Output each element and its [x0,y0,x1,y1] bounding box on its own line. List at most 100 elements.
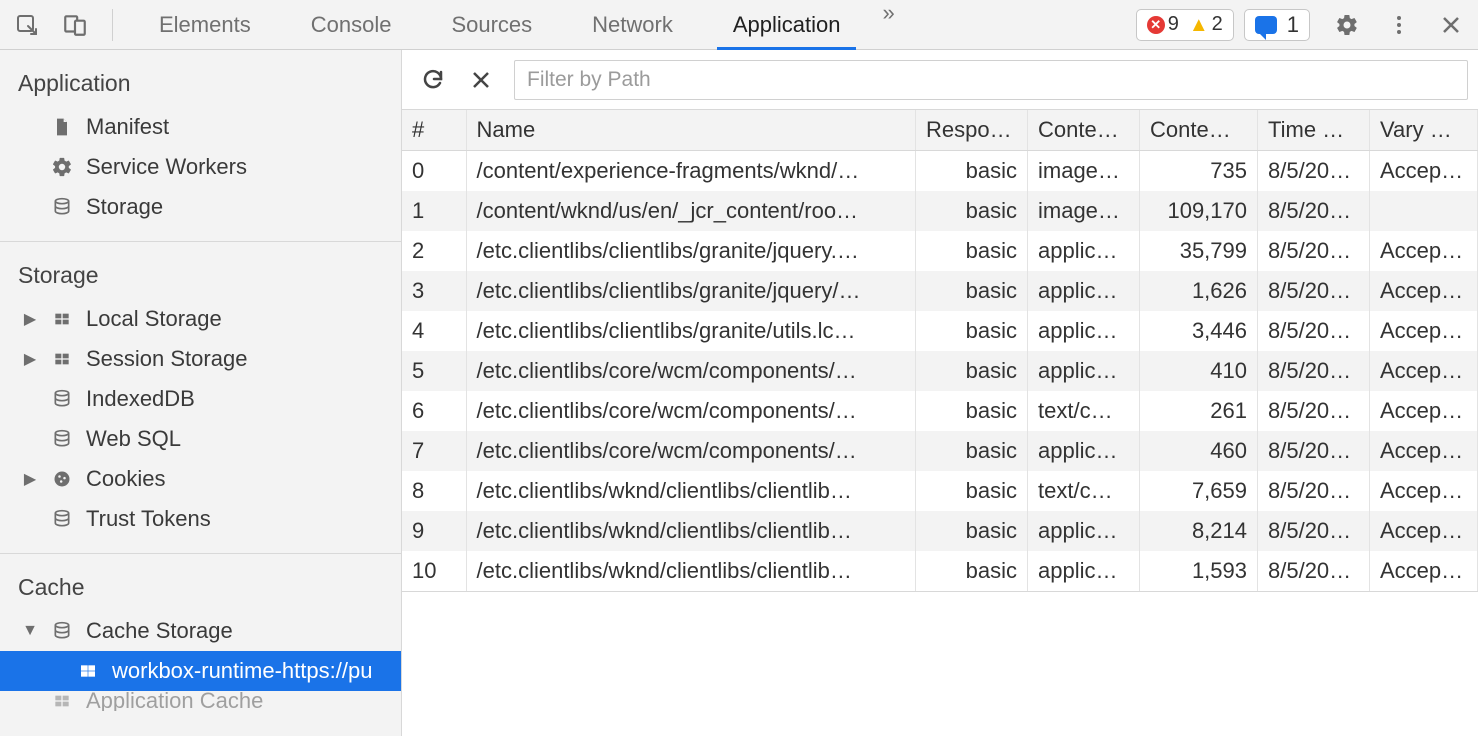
issues-count: 1 [1287,12,1299,38]
item-label: Service Workers [86,154,247,180]
issues-button[interactable]: 1 [1244,9,1310,41]
sidebar-item-storage[interactable]: Storage [0,187,401,227]
tab-elements[interactable]: Elements [129,0,281,49]
col-content-length[interactable]: Conte… [1140,110,1258,151]
table-row[interactable]: 10/etc.clientlibs/wknd/clientlibs/client… [402,551,1478,591]
cell-name: /content/wknd/us/en/_jcr_content/roo… [466,191,916,231]
cell-resp: basic [916,431,1028,471]
sidebar-section-application: Application Manifest Service Workers [0,50,401,242]
sidebar-item-session-storage[interactable]: ▶ Session Storage [0,339,401,379]
db-icon [50,427,74,451]
detail-pane [402,591,1478,709]
cell-vary: Accep… [1370,271,1478,311]
clear-icon[interactable] [466,65,496,95]
tab-sources[interactable]: Sources [421,0,562,49]
table-header-row: # Name Respo… Conte… Conte… Time … Vary … [402,110,1478,151]
cell-index: 9 [402,511,466,551]
filter-input[interactable] [514,60,1468,100]
cell-ctype: text/c… [1028,391,1140,431]
cell-clen: 1,626 [1140,271,1258,311]
cell-vary [1370,191,1478,231]
cell-vary: Accep… [1370,311,1478,351]
cell-name: /etc.clientlibs/wknd/clientlibs/clientli… [466,551,916,591]
cell-resp: basic [916,471,1028,511]
cell-resp: basic [916,191,1028,231]
device-toggle-icon[interactable] [60,10,90,40]
cell-name: /etc.clientlibs/clientlibs/granite/utils… [466,311,916,351]
table-row[interactable]: 0/content/experience-fragments/wknd/…bas… [402,151,1478,192]
cell-time: 8/5/20… [1258,511,1370,551]
item-label: Manifest [86,114,169,140]
more-tabs-icon[interactable]: » [870,0,906,49]
refresh-icon[interactable] [418,65,448,95]
collapse-arrow-icon[interactable]: ▼ [22,622,38,640]
cell-vary: Accep… [1370,391,1478,431]
close-icon[interactable] [1436,10,1466,40]
inspect-icon[interactable] [12,10,42,40]
col-vary[interactable]: Vary H… [1370,110,1478,151]
gear-icon [50,155,74,179]
table-row[interactable]: 2/etc.clientlibs/clientlibs/granite/jque… [402,231,1478,271]
expand-arrow-icon[interactable]: ▶ [22,349,38,369]
cell-vary: Accep… [1370,471,1478,511]
cell-index: 2 [402,231,466,271]
kebab-menu-icon[interactable] [1384,10,1414,40]
sidebar-item-indexeddb[interactable]: IndexedDB [0,379,401,419]
table-row[interactable]: 6/etc.clientlibs/core/wcm/components/…ba… [402,391,1478,431]
col-time[interactable]: Time … [1258,110,1370,151]
grid-icon [76,659,100,683]
col-content-type[interactable]: Conte… [1028,110,1140,151]
section-title: Application [0,64,401,107]
toolbar-separator [112,9,113,41]
cell-vary: Accep… [1370,511,1478,551]
table: # Name Respo… Conte… Conte… Time … Vary … [402,110,1478,591]
grid-icon [50,347,74,371]
table-row[interactable]: 3/etc.clientlibs/clientlibs/granite/jque… [402,271,1478,311]
right-tools: ✕ 9 ▲ 2 1 [1136,9,1466,41]
expand-arrow-icon[interactable]: ▶ [22,309,38,329]
cell-ctype: applic… [1028,551,1140,591]
cell-ctype: applic… [1028,231,1140,271]
item-label: Web SQL [86,426,181,452]
settings-icon[interactable] [1332,10,1362,40]
item-label: Local Storage [86,306,222,332]
item-label: Cache Storage [86,618,233,644]
cell-time: 8/5/20… [1258,431,1370,471]
cell-name: /etc.clientlibs/clientlibs/granite/jquer… [466,271,916,311]
application-sidebar: Application Manifest Service Workers [0,50,402,736]
tab-network[interactable]: Network [562,0,703,49]
devtools-toolbar: Elements Console Sources Network Applica… [0,0,1478,50]
table-row[interactable]: 9/etc.clientlibs/wknd/clientlibs/clientl… [402,511,1478,551]
table-row[interactable]: 8/etc.clientlibs/wknd/clientlibs/clientl… [402,471,1478,511]
sidebar-item-cache-storage[interactable]: ▼ Cache Storage [0,611,401,651]
col-response[interactable]: Respo… [916,110,1028,151]
table-row[interactable]: 5/etc.clientlibs/core/wcm/components/…ba… [402,351,1478,391]
sidebar-item-app-cache[interactable]: Application Cache [0,691,401,711]
expand-arrow-icon[interactable]: ▶ [22,469,38,489]
sidebar-item-service-workers[interactable]: Service Workers [0,147,401,187]
cell-resp: basic [916,391,1028,431]
issues-icon [1255,16,1277,34]
console-counts-button[interactable]: ✕ 9 ▲ 2 [1136,9,1234,41]
cell-time: 8/5/20… [1258,191,1370,231]
sidebar-item-manifest[interactable]: Manifest [0,107,401,147]
sidebar-item-trust-tokens[interactable]: Trust Tokens [0,499,401,539]
sidebar-item-workbox-cache[interactable]: workbox-runtime-https://pu [0,651,401,691]
col-index[interactable]: # [402,110,466,151]
item-label: Storage [86,194,163,220]
sidebar-item-local-storage[interactable]: ▶ Local Storage [0,299,401,339]
table-row[interactable]: 4/etc.clientlibs/clientlibs/granite/util… [402,311,1478,351]
cell-ctype: text/c… [1028,471,1140,511]
warnings-count: 2 [1212,13,1223,36]
cell-ctype: applic… [1028,511,1140,551]
table-row[interactable]: 7/etc.clientlibs/core/wcm/components/…ba… [402,431,1478,471]
tab-application[interactable]: Application [703,0,871,49]
cell-resp: basic [916,231,1028,271]
cell-vary: Accep… [1370,351,1478,391]
table-row[interactable]: 1/content/wknd/us/en/_jcr_content/roo…ba… [402,191,1478,231]
cell-time: 8/5/20… [1258,551,1370,591]
sidebar-item-web-sql[interactable]: Web SQL [0,419,401,459]
col-name[interactable]: Name [466,110,916,151]
sidebar-item-cookies[interactable]: ▶ Cookies [0,459,401,499]
tab-console[interactable]: Console [281,0,422,49]
